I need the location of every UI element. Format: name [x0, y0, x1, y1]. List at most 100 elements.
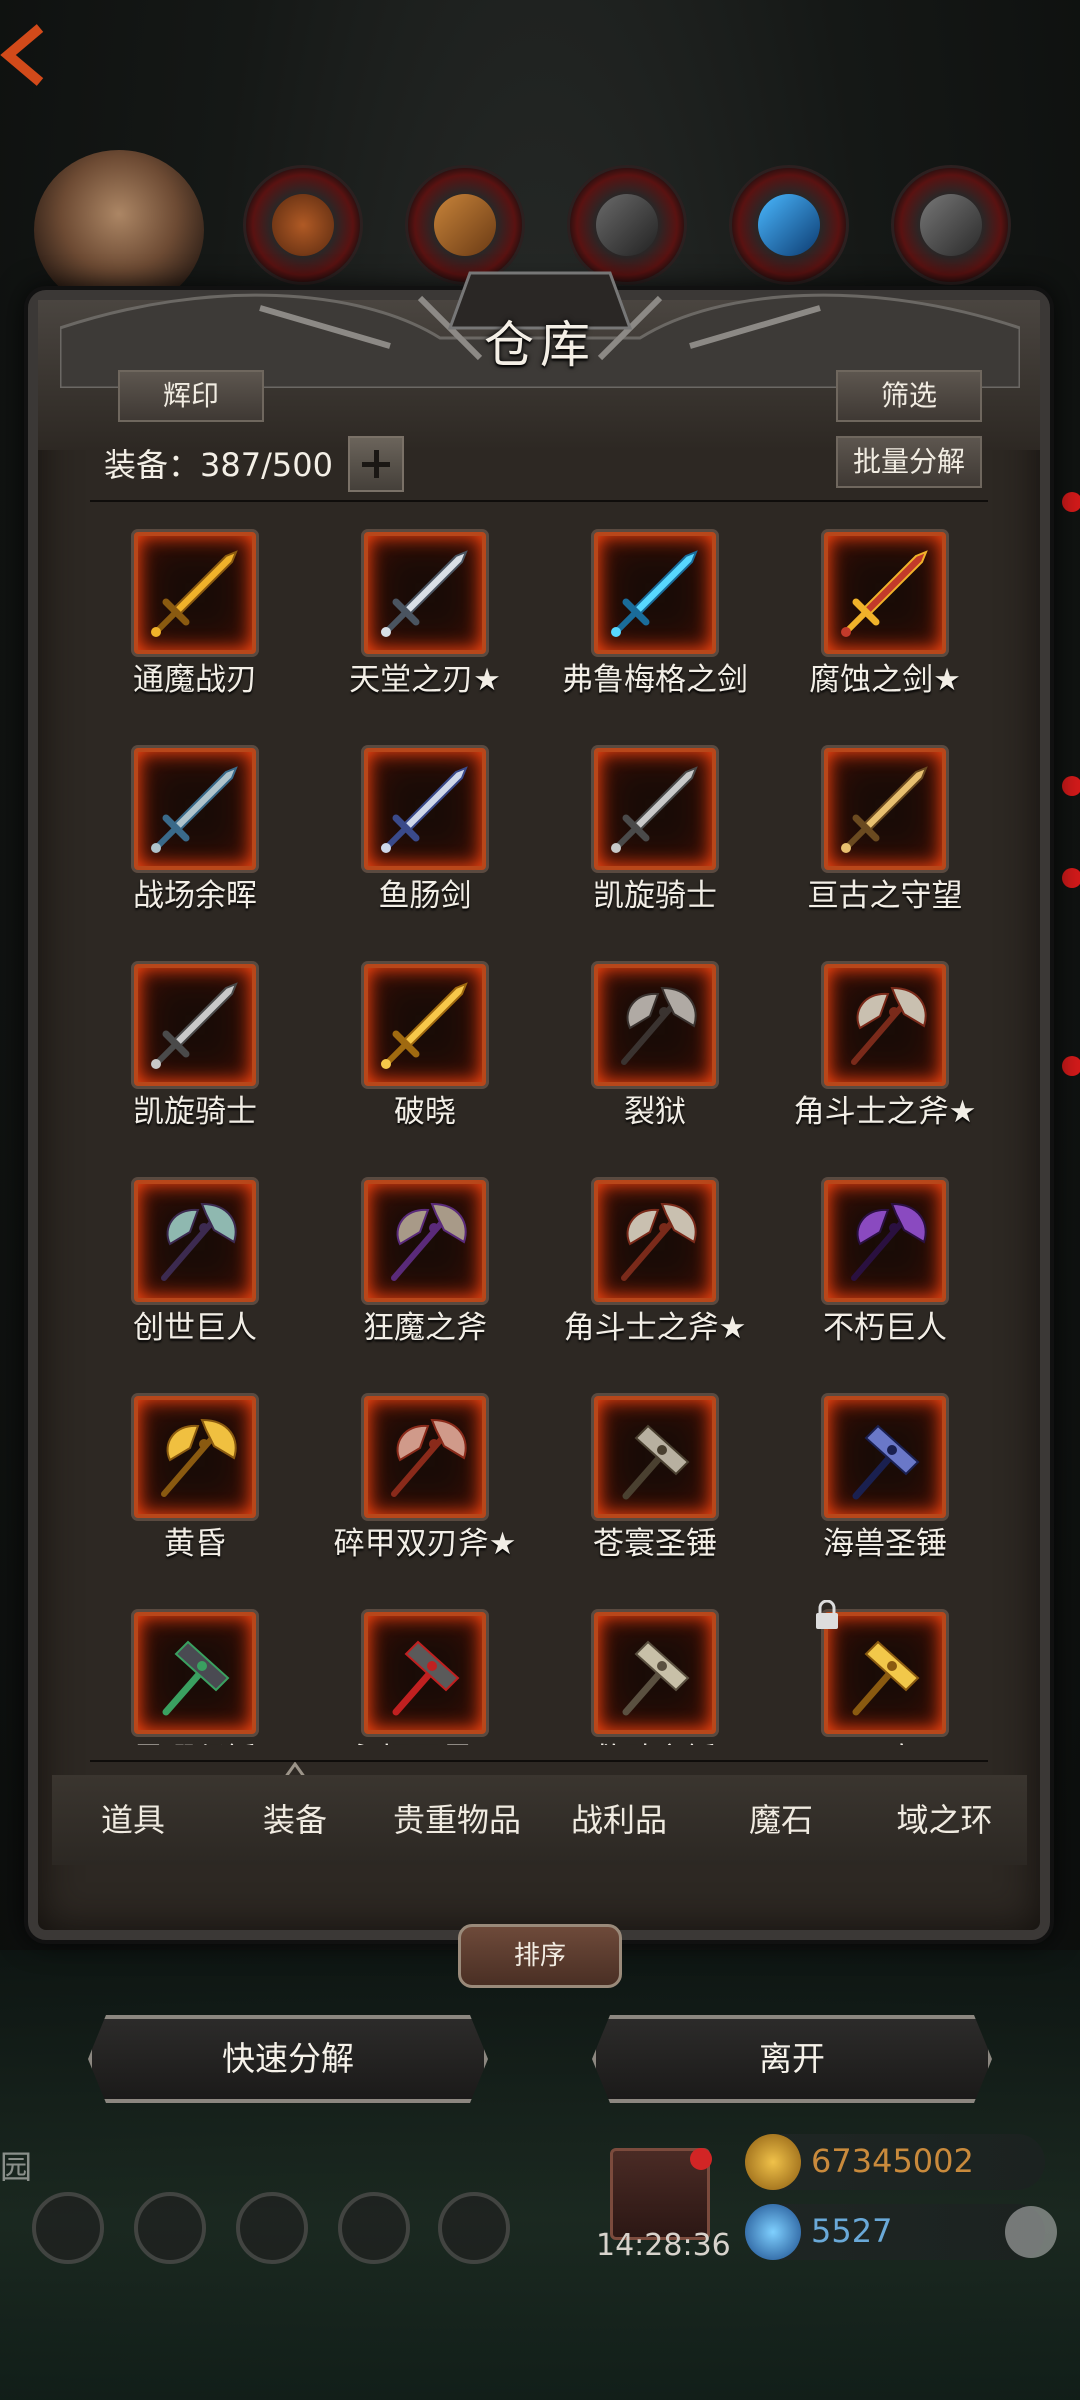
tab-items[interactable]: 道具 — [52, 1775, 214, 1865]
item-name: 亘古之守望 — [807, 878, 963, 914]
mail-icon[interactable] — [338, 2192, 410, 2264]
item-slot[interactable] — [594, 1396, 716, 1518]
item-name: 黑曜坚锤 — [80, 1734, 310, 1745]
inventory-item[interactable]: 天堂之刃★ — [310, 520, 540, 736]
notification-dot — [690, 2148, 712, 2170]
item-slot[interactable] — [594, 964, 716, 1086]
notification-dot — [1062, 868, 1080, 888]
item-slot[interactable] — [134, 1396, 256, 1518]
inventory-item[interactable]: 黄昏 — [80, 1384, 310, 1600]
shield-icon[interactable] — [438, 2192, 510, 2264]
item-slot[interactable] — [364, 1612, 486, 1734]
ice-blue-sword-icon — [611, 550, 698, 637]
inventory-item[interactable]: 弗鲁梅格之剑 — [540, 520, 770, 736]
item-name: 天堂之刃★ — [349, 662, 501, 698]
add-currency-button[interactable] — [1005, 2206, 1057, 2258]
item-slot[interactable] — [824, 1612, 946, 1734]
resource-slot-crystal[interactable] — [729, 165, 849, 285]
item-slot[interactable] — [594, 1612, 716, 1734]
tab-magic-stones[interactable]: 魔石 — [700, 1775, 862, 1865]
inventory-item[interactable]: 破晓 — [310, 952, 540, 1168]
tab-loot[interactable]: 战利品 — [538, 1775, 700, 1865]
inventory-item[interactable]: 不朽巨人 — [770, 1168, 1000, 1384]
item-slot[interactable] — [824, 964, 946, 1086]
inventory-item[interactable]: 鱼肠剑 — [310, 736, 540, 952]
silver-sword-icon — [381, 550, 468, 637]
side-menu-label[interactable]: 园 — [0, 2142, 32, 2188]
tab-valuables[interactable]: 贵重物品 — [376, 1775, 538, 1865]
item-slot[interactable] — [594, 748, 716, 870]
inventory-item[interactable]: 救赎之锤 — [540, 1600, 770, 1745]
inventory-item[interactable]: 角斗士之斧★ — [770, 952, 1000, 1168]
tab-domain-rings[interactable]: 域之环 — [862, 1775, 1027, 1865]
item-name: 海兽圣锤 — [823, 1526, 947, 1562]
inventory-item[interactable]: 海兽圣锤 — [770, 1384, 1000, 1600]
item-grid: 通魔战刃 天堂之刃★ 弗鲁梅格之剑 腐蚀之剑★ 战场余晖 鱼肠剑 凯旋骑士 亘古… — [80, 520, 1000, 1745]
inventory-item[interactable]: 腐蚀之剑★ — [770, 520, 1000, 736]
sort-button[interactable]: 排序 — [458, 1924, 622, 1988]
item-slot[interactable] — [134, 748, 256, 870]
storm-hammer-icon — [392, 1640, 460, 1716]
inventory-item[interactable]: 亘古之守望 — [770, 736, 1000, 952]
item-slot[interactable] — [364, 748, 486, 870]
inventory-item[interactable]: 圣庭 — [770, 1600, 1000, 1745]
resource-slot-ore[interactable] — [243, 165, 363, 285]
holy-mace-icon — [622, 1424, 690, 1500]
item-slot[interactable] — [824, 532, 946, 654]
inventory-item[interactable]: 永恒风暴★ — [310, 1600, 540, 1745]
equipment-count: 装备：387/500 — [104, 446, 333, 484]
obsidian-hammer-icon — [162, 1640, 230, 1716]
batch-decompose-button[interactable]: 批量分解 — [836, 436, 982, 488]
notification-dot — [1062, 1056, 1080, 1076]
inventory-item[interactable]: 凯旋骑士 — [540, 736, 770, 952]
item-slot[interactable] — [824, 1180, 946, 1302]
resource-slot-wood[interactable] — [405, 165, 525, 285]
map-icon[interactable] — [236, 2192, 308, 2264]
inventory-item[interactable]: 裂狱 — [540, 952, 770, 1168]
item-slot[interactable] — [824, 748, 946, 870]
inventory-item[interactable]: 通魔战刃 — [80, 520, 310, 736]
inventory-item[interactable]: 碎甲双刃斧★ — [310, 1384, 540, 1600]
filter-button[interactable]: 筛选 — [836, 370, 982, 422]
emblem-button[interactable]: 辉印 — [118, 370, 264, 422]
item-name: 苍寰圣锤 — [593, 1526, 717, 1562]
inventory-item[interactable]: 创世巨人 — [80, 1168, 310, 1384]
item-slot[interactable] — [824, 1396, 946, 1518]
item-slot[interactable] — [134, 964, 256, 1086]
gold-amount: 67345002 — [811, 2142, 974, 2180]
resource-slot-stone[interactable] — [891, 165, 1011, 285]
inventory-item[interactable]: 狂魔之斧 — [310, 1168, 540, 1384]
item-slot[interactable] — [594, 532, 716, 654]
item-slot[interactable] — [364, 1396, 486, 1518]
inventory-item[interactable]: 角斗士之斧★ — [540, 1168, 770, 1384]
item-slot[interactable] — [364, 1180, 486, 1302]
item-slot[interactable] — [134, 1180, 256, 1302]
star-icon[interactable] — [134, 2192, 206, 2264]
purple-axe-icon — [851, 1202, 927, 1281]
quick-decompose-button[interactable]: 快速分解 — [88, 2015, 488, 2103]
item-name: 黄昏 — [164, 1526, 226, 1562]
item-slot[interactable] — [594, 1180, 716, 1302]
item-name: 角斗士之斧★ — [563, 1310, 747, 1346]
inventory-item[interactable]: 黑曜坚锤 — [80, 1600, 310, 1745]
back-arrow-icon[interactable] — [0, 20, 46, 90]
item-slot[interactable] — [134, 1612, 256, 1734]
resource-slot-iron[interactable] — [567, 165, 687, 285]
divider — [90, 500, 988, 502]
inventory-item[interactable]: 战场余晖 — [80, 736, 310, 952]
inventory-item[interactable]: 凯旋骑士 — [80, 952, 310, 1168]
divider — [90, 1760, 988, 1762]
tab-equipment[interactable]: 装备 — [214, 1775, 376, 1865]
item-name: 凯旋骑士 — [133, 1094, 257, 1130]
item-slot[interactable] — [134, 532, 256, 654]
ornate-steel-sword-icon — [151, 766, 238, 853]
expand-capacity-button[interactable] — [348, 436, 404, 492]
item-slot[interactable] — [364, 964, 486, 1086]
giant-battleaxe-icon — [161, 1202, 237, 1281]
inventory-item[interactable]: 苍寰圣锤 — [540, 1384, 770, 1600]
item-name: 不朽巨人 — [823, 1310, 947, 1346]
leave-button[interactable]: 离开 — [592, 2015, 992, 2103]
settings-icon[interactable] — [32, 2192, 104, 2264]
item-slot[interactable] — [364, 532, 486, 654]
item-name: 救赎之锤 — [540, 1734, 770, 1745]
